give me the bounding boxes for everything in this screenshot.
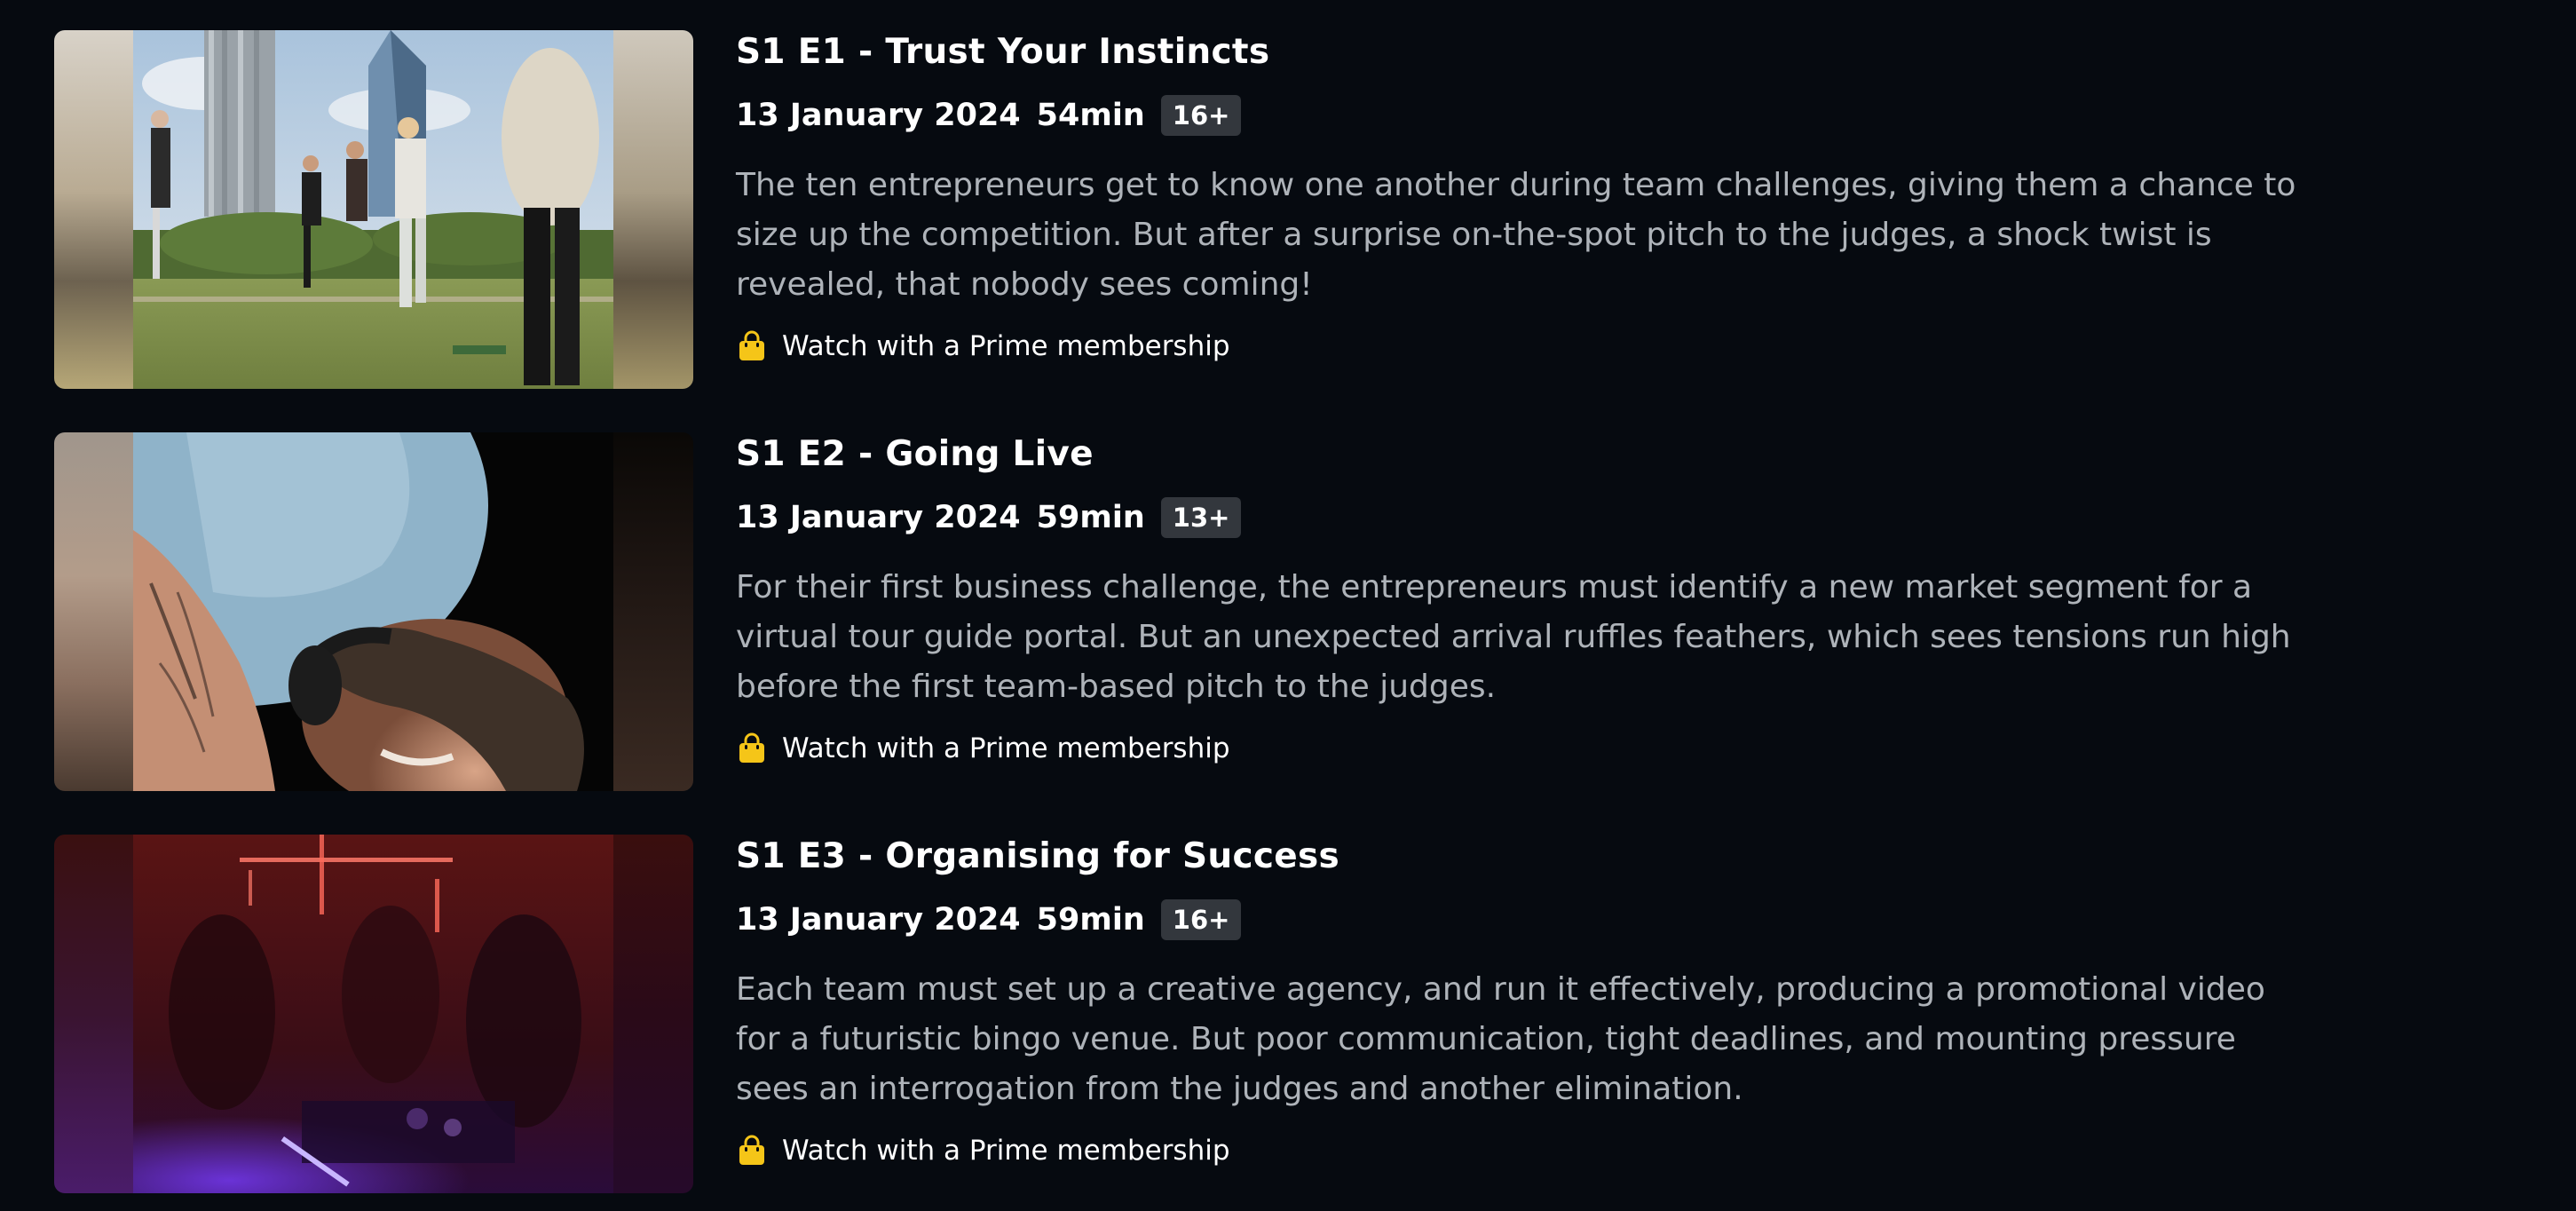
episode-title[interactable]: S1 E2 - Going Live bbox=[736, 432, 1094, 477]
episode-synopsis: The ten entrepreneurs get to know one an… bbox=[736, 167, 2296, 303]
watch-with-prime-link[interactable]: Watch with a Prime membership bbox=[736, 327, 1230, 366]
episode-synopsis: For their first business challenge, the … bbox=[736, 569, 2291, 705]
episode-synopsis: Each team must set up a creative agency,… bbox=[736, 971, 2265, 1107]
episode-item: S1 E2 - Going Live 13 January 2024 59min… bbox=[54, 432, 2362, 791]
episode-runtime: 59min bbox=[1036, 500, 1145, 535]
episode-list: S1 E1 - Trust Your Instincts 13 January … bbox=[0, 0, 2576, 1211]
watch-label: Watch with a Prime membership bbox=[782, 1135, 1230, 1167]
age-rating-badge: 13+ bbox=[1160, 497, 1242, 538]
episode-title[interactable]: S1 E3 - Organising for Success bbox=[736, 835, 1339, 879]
thumbnail-image-rooftop bbox=[133, 30, 613, 389]
episode-runtime: 54min bbox=[1036, 98, 1145, 133]
watch-with-prime-link[interactable]: Watch with a Prime membership bbox=[736, 729, 1230, 768]
shopping-bag-icon bbox=[739, 732, 764, 763]
watch-label: Watch with a Prime membership bbox=[782, 732, 1230, 764]
episode-thumbnail[interactable] bbox=[54, 835, 693, 1193]
age-rating-badge: 16+ bbox=[1160, 899, 1242, 940]
episode-meta: 13 January 2024 59min 13+ bbox=[736, 496, 1242, 539]
age-rating-badge: 16+ bbox=[1160, 95, 1242, 136]
episode-date: 13 January 2024 bbox=[736, 500, 1021, 535]
watch-with-prime-link[interactable]: Watch with a Prime membership bbox=[736, 1131, 1230, 1170]
episode-meta: 13 January 2024 54min 16+ bbox=[736, 94, 1242, 137]
shopping-bag-icon bbox=[739, 1135, 764, 1165]
episode-date: 13 January 2024 bbox=[736, 902, 1021, 938]
episode-runtime: 59min bbox=[1036, 902, 1145, 938]
episode-item: S1 E3 - Organising for Success 13 Januar… bbox=[54, 835, 2362, 1193]
shopping-bag-icon bbox=[739, 330, 764, 360]
episode-thumbnail[interactable] bbox=[54, 432, 693, 791]
thumbnail-image-laughing bbox=[133, 432, 613, 791]
episode-meta: 13 January 2024 59min 16+ bbox=[736, 898, 1242, 941]
watch-label: Watch with a Prime membership bbox=[782, 330, 1230, 362]
episode-date: 13 January 2024 bbox=[736, 98, 1021, 133]
episode-thumbnail[interactable] bbox=[54, 30, 693, 389]
episode-item: S1 E1 - Trust Your Instincts 13 January … bbox=[54, 30, 2362, 389]
episode-title[interactable]: S1 E1 - Trust Your Instincts bbox=[736, 30, 1269, 75]
thumbnail-image-bingo-venue bbox=[133, 835, 613, 1193]
